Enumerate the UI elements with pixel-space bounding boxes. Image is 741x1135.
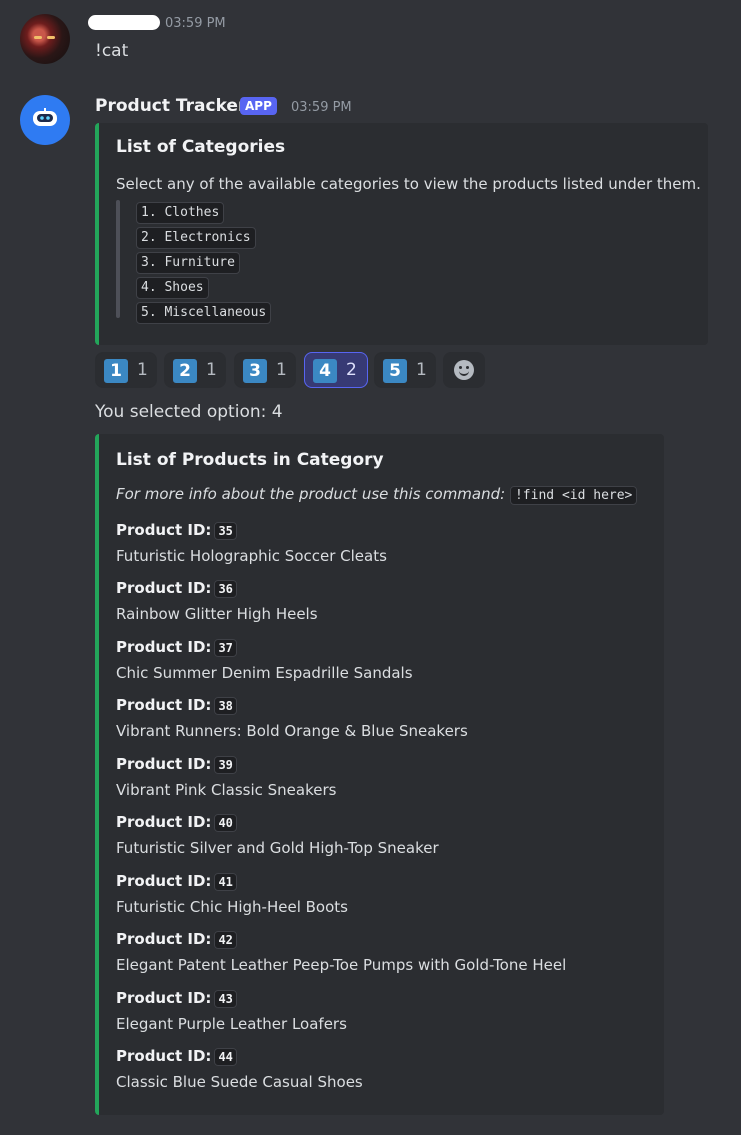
- product-id-code: 40: [214, 814, 237, 832]
- categories-embed: List of Categories Select any of the ava…: [95, 123, 708, 345]
- product-name: Rainbow Glitter High Heels: [116, 605, 318, 623]
- keycap-5-icon: 5: [383, 359, 407, 383]
- bot-message-timestamp: 03:59 PM: [291, 100, 352, 115]
- keycap-3-icon: 3: [243, 359, 267, 383]
- product-entry: Product ID: 41 Futuristic Chic High-Heel …: [116, 871, 348, 916]
- smile-icon: [454, 360, 474, 380]
- product-id-code: 43: [214, 990, 237, 1008]
- product-id-code: 38: [214, 697, 237, 715]
- reaction-count: 1: [137, 360, 148, 380]
- category-list: 1. Clothes 2. Electronics 3. Furniture 4…: [136, 202, 272, 327]
- category-item: 3. Furniture: [136, 252, 240, 274]
- product-name: Futuristic Chic High-Heel Boots: [116, 898, 348, 916]
- product-id-label: Product ID:: [116, 638, 212, 656]
- keycap-1-icon: 1: [104, 359, 128, 383]
- product-id-code: 44: [214, 1048, 237, 1066]
- products-embed: List of Products in Category For more in…: [95, 434, 664, 1115]
- reaction-count: 1: [276, 360, 287, 380]
- product-name: Elegant Patent Leather Peep-Toe Pumps wi…: [116, 956, 567, 974]
- product-id-code: 35: [214, 522, 237, 540]
- product-id-code: 42: [214, 931, 237, 949]
- product-name: Vibrant Runners: Bold Orange & Blue Snea…: [116, 722, 468, 740]
- command-code: !find <id here>: [509, 486, 638, 505]
- reaction-count: 1: [416, 360, 427, 380]
- reaction-count: 2: [346, 360, 357, 380]
- selected-option-text: You selected option: 4: [95, 402, 283, 422]
- product-entry: Product ID: 44 Classic Blue Suede Casual …: [116, 1046, 363, 1091]
- product-name: Chic Summer Denim Espadrille Sandals: [116, 664, 413, 682]
- product-entry: Product ID: 43 Elegant Purple Leather Loa…: [116, 988, 347, 1033]
- product-name: Vibrant Pink Classic Sneakers: [116, 781, 337, 799]
- bot-avatar[interactable]: [20, 95, 70, 145]
- product-entry: Product ID: 38 Vibrant Runners: Bold Oran…: [116, 695, 468, 740]
- product-id-label: Product ID:: [116, 930, 212, 948]
- reaction-keycap-2[interactable]: 2 1: [164, 352, 226, 388]
- category-item: 4. Shoes: [136, 277, 209, 299]
- product-name: Futuristic Holographic Soccer Cleats: [116, 547, 387, 565]
- product-entry: Product ID: 35 Futuristic Holographic Soc…: [116, 520, 387, 565]
- product-id-label: Product ID:: [116, 813, 212, 831]
- user-message-text: !cat: [95, 41, 129, 61]
- reaction-keycap-4[interactable]: 4 2: [304, 352, 368, 388]
- product-id-code: 36: [214, 580, 237, 598]
- product-id-code: 41: [214, 873, 237, 891]
- user-avatar[interactable]: [20, 14, 70, 64]
- product-id-label: Product ID:: [116, 872, 212, 890]
- keycap-2-icon: 2: [173, 359, 197, 383]
- product-id-label: Product ID:: [116, 755, 212, 773]
- robot-icon: [33, 108, 57, 126]
- product-id-label: Product ID:: [116, 989, 212, 1007]
- product-entry: Product ID: 42 Elegant Patent Leather Pee…: [116, 929, 566, 974]
- embed-description: Select any of the available categories t…: [116, 175, 701, 193]
- category-item: 1. Clothes: [136, 202, 225, 224]
- user-message-timestamp: 03:59 PM: [165, 16, 226, 31]
- product-id-code: 39: [214, 756, 237, 774]
- product-id-label: Product ID:: [116, 1047, 212, 1065]
- app-badge: APP: [240, 97, 277, 115]
- product-name: Elegant Purple Leather Loafers: [116, 1015, 347, 1033]
- product-id-label: Product ID:: [116, 696, 212, 714]
- embed-title: List of Products in Category: [116, 450, 384, 470]
- keycap-4-icon: 4: [313, 359, 337, 383]
- category-item: 5. Miscellaneous: [136, 302, 272, 324]
- embed-title: List of Categories: [116, 137, 286, 157]
- product-entry: Product ID: 37 Chic Summer Denim Espadril…: [116, 637, 413, 682]
- product-id-label: Product ID:: [116, 521, 212, 539]
- add-reaction-button[interactable]: [443, 352, 485, 388]
- username-redacted[interactable]: [88, 15, 160, 30]
- category-item: 2. Electronics: [136, 227, 256, 249]
- reaction-keycap-3[interactable]: 3 1: [234, 352, 296, 388]
- product-entry: Product ID: 39 Vibrant Pink Classic Sneak…: [116, 754, 336, 799]
- command-hint-text: For more info about the product use this…: [116, 485, 506, 503]
- product-entry: Product ID: 36 Rainbow Glitter High Heels: [116, 578, 318, 623]
- bot-username[interactable]: Product Tracker: [95, 96, 246, 116]
- command-hint: For more info about the product use this…: [116, 485, 638, 505]
- blockquote-bar: [116, 200, 120, 318]
- product-id-code: 37: [214, 639, 237, 657]
- reaction-count: 1: [206, 360, 217, 380]
- product-name: Futuristic Silver and Gold High-Top Snea…: [116, 839, 439, 857]
- product-id-label: Product ID:: [116, 579, 212, 597]
- product-entry: Product ID: 40 Futuristic Silver and Gold…: [116, 812, 439, 857]
- reaction-keycap-5[interactable]: 5 1: [374, 352, 436, 388]
- product-name: Classic Blue Suede Casual Shoes: [116, 1073, 363, 1091]
- reaction-keycap-1[interactable]: 1 1: [95, 352, 157, 388]
